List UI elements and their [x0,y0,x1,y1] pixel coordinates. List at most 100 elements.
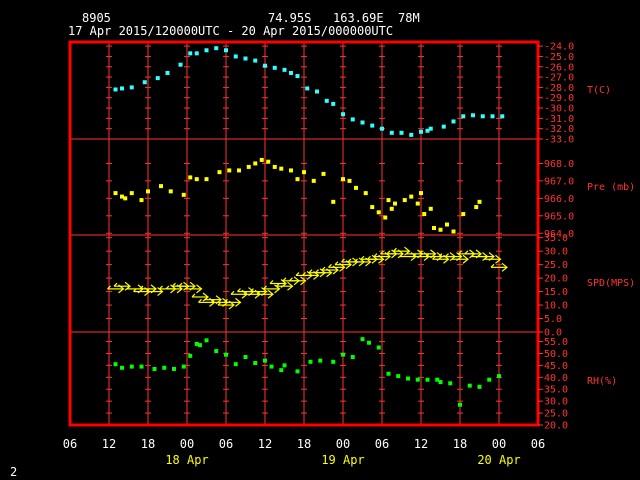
panel-ylabel: RH(%) [587,376,617,387]
y-tick-label: -33.0 [544,135,574,146]
data-point [253,361,258,365]
data-point [315,89,319,94]
data-point [188,51,193,56]
data-point [282,363,287,368]
data-point [419,129,423,134]
data-point [188,353,193,358]
data-point [415,201,420,206]
data-point [324,98,329,103]
y-tick-label: 5.0 [544,314,562,325]
data-point [451,229,456,234]
data-point [441,124,446,129]
data-point [350,117,355,122]
data-point [113,362,118,367]
data-point [461,212,466,217]
data-point [451,119,456,124]
data-point [448,381,453,386]
x-tick-label: 00 [492,437,506,451]
data-point [204,48,209,53]
data-point [438,227,443,232]
data-point [237,168,241,173]
data-point [432,226,436,231]
data-point [123,196,128,201]
data-point [152,366,157,371]
x-tick-label: 06 [375,437,389,451]
data-point [224,48,228,53]
data-point [129,191,134,196]
data-point [419,191,423,196]
data-point [487,377,492,382]
time-period: 17 Apr 2015/120000UTC - 20 Apr 2015/0000… [68,24,393,38]
x-tick-label: 00 [336,437,350,451]
x-tick-label: 18 [297,437,311,451]
data-point [389,130,394,135]
data-point [376,345,381,350]
data-point [159,184,163,189]
x-date-label: 18 Apr [165,453,208,467]
data-point [178,62,183,67]
data-point [295,74,300,79]
x-tick-label: 06 [63,437,77,451]
panel-ylabel: SPD(MPS) [587,278,635,289]
x-date-label: 19 Apr [321,453,364,467]
data-point [389,206,394,211]
data-point [500,114,505,119]
data-point [477,384,482,389]
data-point [477,199,482,204]
data-point [399,130,404,135]
data-point [409,132,414,137]
data-point [383,215,388,220]
data-point [363,191,368,196]
data-point [295,177,300,182]
data-point [279,166,284,171]
data-point [367,340,371,345]
y-tick-label: 15.0 [544,287,568,298]
data-point [263,63,267,68]
x-tick-label: 18 [453,437,467,451]
x-tick-label: 12 [102,437,116,451]
data-point [162,365,167,370]
data-point [204,177,209,182]
data-point [396,374,401,379]
data-point [181,364,186,369]
station-id: 8905 [82,11,111,25]
data-point [233,362,238,367]
panel-ylabel: T(C) [587,85,611,96]
x-tick-label: 06 [531,437,545,451]
data-point [415,377,420,382]
x-tick-label: 18 [141,437,155,451]
data-point [445,222,449,227]
data-point [318,358,323,363]
y-tick-label: 55.0 [544,337,568,348]
station-latitude: 74.95S [268,11,311,25]
data-point [425,377,430,382]
data-point [409,194,414,199]
data-point [406,376,410,381]
data-point [461,114,466,119]
data-point [139,198,144,203]
x-tick-label: 00 [180,437,194,451]
plot-area: 06 12 18 00 06 12 18 00 06 12 18 00 06 18 Apr 19 Apr 20… [63,40,635,467]
data-point [347,178,352,183]
data-point [402,198,407,203]
data-point [155,76,160,81]
data-point [350,355,355,360]
y-tick-label: 966.0 [544,194,574,205]
data-point [168,189,173,194]
data-point [341,352,345,357]
data-point [214,46,219,51]
data-point [165,70,170,75]
data-point [380,126,384,131]
data-point [490,114,495,119]
data-point [386,198,391,203]
data-point [142,80,147,85]
data-point [139,364,144,369]
data-point [438,380,443,385]
x-tick-label: 06 [219,437,233,451]
data-point [227,168,232,173]
data-point [204,338,209,343]
data-point [129,85,134,90]
data-point [308,359,313,364]
data-point [422,212,427,217]
x-tick-label: 12 [414,437,428,451]
